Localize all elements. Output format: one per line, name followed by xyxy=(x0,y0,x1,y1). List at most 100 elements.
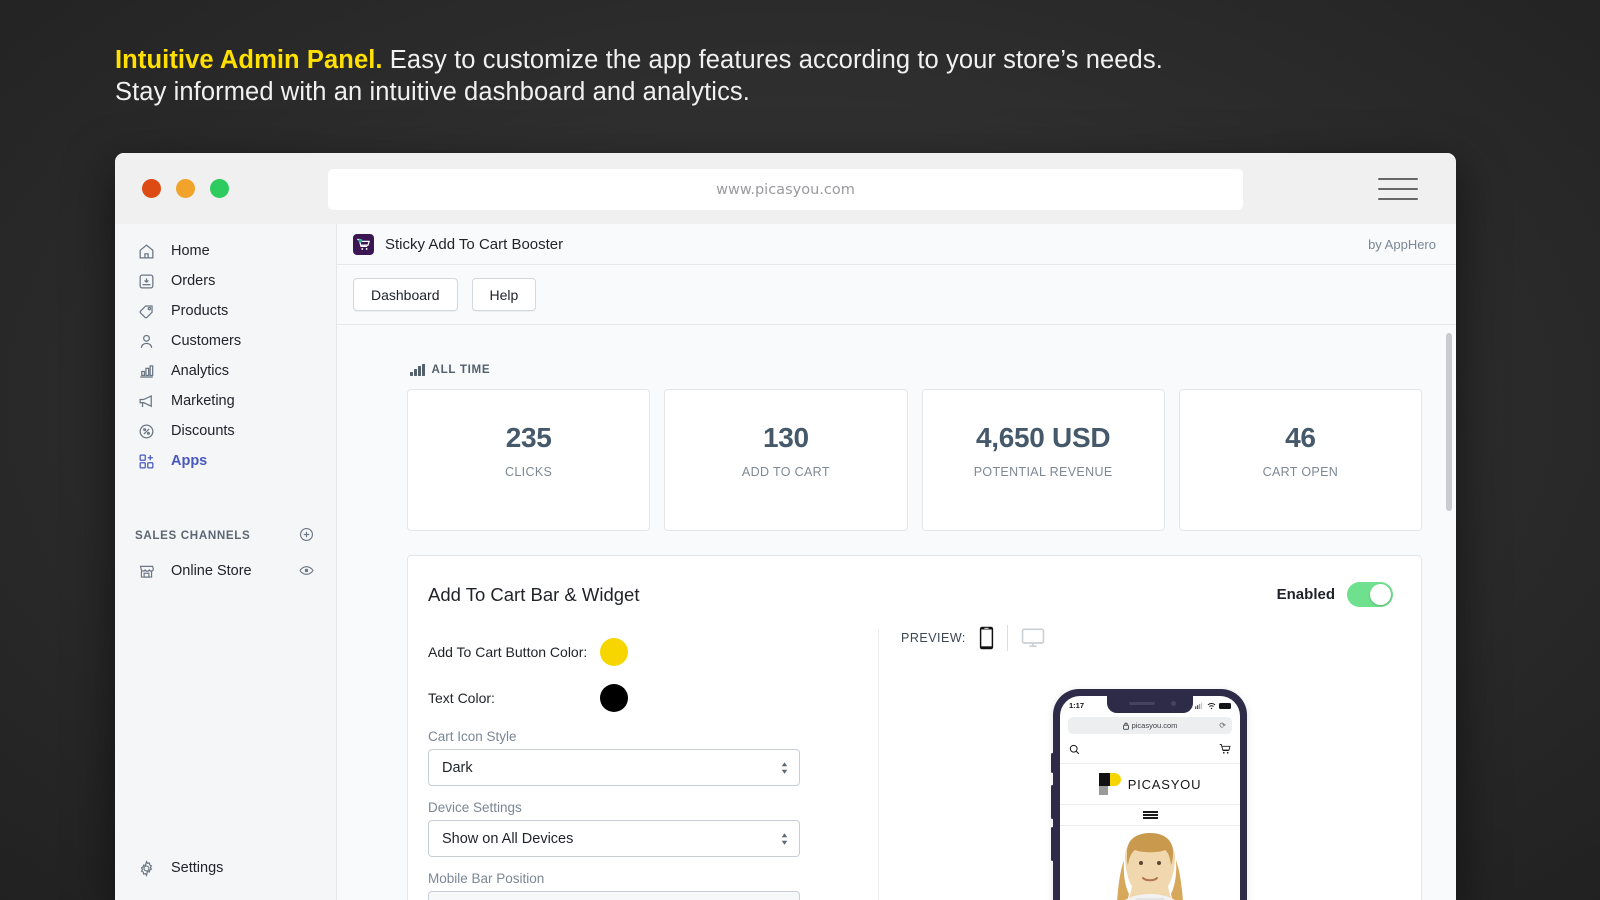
device-separator xyxy=(1006,625,1008,651)
phone-preview: 1:17 picasyou.com ⟳ PICASYOU xyxy=(1051,689,1247,900)
device-settings-field: Device Settings Show on All Devices xyxy=(428,800,878,857)
button-color-label: Add To Cart Button Color: xyxy=(428,644,588,660)
sidebar-item-label: Marketing xyxy=(171,393,235,409)
phone-notch xyxy=(1107,696,1193,713)
stat-card: 130 ADD TO CART xyxy=(664,389,908,531)
sidebar-item-label: Orders xyxy=(171,273,216,289)
sidebar-item-online-store[interactable]: Online Store xyxy=(115,556,336,586)
gear-icon xyxy=(135,857,157,879)
device-settings-label: Device Settings xyxy=(428,800,522,815)
sidebar-item-marketing[interactable]: Marketing xyxy=(115,386,336,416)
megaphone-icon xyxy=(135,390,157,412)
sidebar-item-analytics[interactable]: Analytics xyxy=(115,356,336,386)
mobile-phone-icon[interactable] xyxy=(979,626,994,650)
sidebar-item-label: Apps xyxy=(171,453,208,469)
sales-channels-title: SALES CHANNELS xyxy=(135,528,251,542)
browser-window: www.picasyou.com Home Orders Products Cu… xyxy=(115,153,1456,900)
dashboard-scroll-area: ALL TIME 235 CLICKS 130 ADD TO CART 4,65… xyxy=(337,325,1456,900)
signal-icon xyxy=(1195,702,1203,709)
phone-speaker xyxy=(1129,702,1155,705)
reload-icon[interactable]: ⟳ xyxy=(1219,721,1226,730)
wifi-icon xyxy=(1207,702,1216,709)
promo-headline: Intuitive Admin Panel. Easy to customize… xyxy=(115,44,1315,108)
sidebar-item-customers[interactable]: Customers xyxy=(115,326,336,356)
phone-side-button xyxy=(1051,753,1054,773)
plus-circle-icon[interactable] xyxy=(298,526,316,544)
person-icon xyxy=(135,330,157,352)
tab-label: Help xyxy=(489,286,519,303)
maximize-window-button[interactable] xyxy=(210,179,229,198)
eye-icon[interactable] xyxy=(298,562,316,580)
panel-title: Add To Cart Bar & Widget xyxy=(428,583,640,605)
enabled-label: Enabled xyxy=(1276,586,1335,603)
cart-icon[interactable] xyxy=(1219,742,1231,760)
stat-value: 235 xyxy=(505,422,552,453)
stepper-arrows-icon xyxy=(780,832,789,846)
minimize-window-button[interactable] xyxy=(176,179,195,198)
text-color-swatch[interactable] xyxy=(600,684,628,712)
stat-value: 130 xyxy=(762,422,809,453)
address-bar[interactable]: www.picasyou.com xyxy=(328,169,1243,210)
mobile-bar-position-select[interactable] xyxy=(428,891,800,900)
store-icon xyxy=(135,560,157,582)
vertical-scrollbar[interactable] xyxy=(1446,333,1452,511)
panel-header: Add To Cart Bar & Widget Enabled xyxy=(408,556,1421,607)
orders-inbox-icon xyxy=(135,270,157,292)
bar-chart-icon xyxy=(410,363,425,376)
sidebar-item-apps[interactable]: Apps xyxy=(115,446,336,476)
model-photo xyxy=(1091,830,1209,900)
desktop-monitor-icon[interactable] xyxy=(1021,628,1045,648)
button-color-row: Add To Cart Button Color: xyxy=(428,629,878,675)
discount-percent-icon xyxy=(135,420,157,442)
home-icon xyxy=(135,240,157,262)
phone-nav-bar xyxy=(1060,739,1240,764)
sidebar-item-home[interactable]: Home xyxy=(115,236,336,266)
app-tabbar: Dashboard Help xyxy=(337,265,1456,325)
bar-chart-icon xyxy=(135,360,157,382)
lock-icon xyxy=(1122,722,1129,730)
sidebar-item-products[interactable]: Products xyxy=(115,296,336,326)
phone-status-icons xyxy=(1195,702,1231,710)
app-header: Sticky Add To Cart Booster by AppHero xyxy=(337,224,1456,265)
browser-titlebar: www.picasyou.com xyxy=(115,153,1456,224)
sales-channels-section-header: SALES CHANNELS xyxy=(115,526,336,544)
phone-address-bar[interactable]: picasyou.com ⟳ xyxy=(1068,717,1232,734)
preview-panel: PREVIEW: 1:17 picasyou.com ⟳ PICASYOU xyxy=(878,625,1421,900)
picasyou-logo-icon xyxy=(1098,773,1121,795)
app-title: Sticky Add To Cart Booster xyxy=(385,235,564,253)
stat-label: POTENTIAL REVENUE xyxy=(973,465,1113,479)
cart-icon-style-select[interactable]: Dark xyxy=(428,749,800,786)
phone-frame: 1:17 picasyou.com ⟳ PICASYOU xyxy=(1051,689,1247,900)
window-controls xyxy=(142,179,229,198)
mobile-bar-position-label: Mobile Bar Position xyxy=(428,871,545,886)
stats-period-label: ALL TIME xyxy=(410,363,1422,376)
phone-hamburger-menu-icon[interactable] xyxy=(1060,804,1240,826)
app-byline: by AppHero xyxy=(1368,236,1436,252)
close-window-button[interactable] xyxy=(142,179,161,198)
stats-cards: 235 CLICKS 130 ADD TO CART 4,650 USD POT… xyxy=(407,389,1422,531)
sidebar-item-settings[interactable]: Settings xyxy=(115,851,336,885)
text-color-label: Text Color: xyxy=(428,690,495,706)
stepper-arrows-icon xyxy=(780,761,789,775)
apps-grid-plus-icon xyxy=(135,450,157,472)
tab-label: Dashboard xyxy=(371,286,440,303)
button-color-swatch[interactable] xyxy=(600,638,628,666)
sidebar-settings-label: Settings xyxy=(171,860,224,876)
sidebar-item-discounts[interactable]: Discounts xyxy=(115,416,336,446)
phone-screen: 1:17 picasyou.com ⟳ PICASYOU xyxy=(1060,696,1240,900)
sidebar-item-orders[interactable]: Orders xyxy=(115,266,336,296)
tab-dashboard[interactable]: Dashboard xyxy=(353,278,458,311)
search-icon[interactable] xyxy=(1069,742,1080,760)
text-color-row: Text Color: xyxy=(428,675,878,721)
enabled-toggle[interactable] xyxy=(1347,582,1393,607)
stat-label: CART OPEN xyxy=(1262,465,1339,479)
sidebar-item-label: Home xyxy=(171,243,210,259)
phone-camera xyxy=(1171,701,1176,706)
phone-url-text: picasyou.com xyxy=(1131,721,1178,730)
panel-body: Add To Cart Button Color: Text Color: Ca… xyxy=(408,607,1421,900)
settings-form: Add To Cart Button Color: Text Color: Ca… xyxy=(408,629,878,900)
phone-volume-up-button xyxy=(1051,785,1054,819)
hamburger-menu-icon[interactable] xyxy=(1378,175,1418,203)
device-settings-select[interactable]: Show on All Devices xyxy=(428,820,800,857)
tab-help[interactable]: Help xyxy=(471,278,537,311)
